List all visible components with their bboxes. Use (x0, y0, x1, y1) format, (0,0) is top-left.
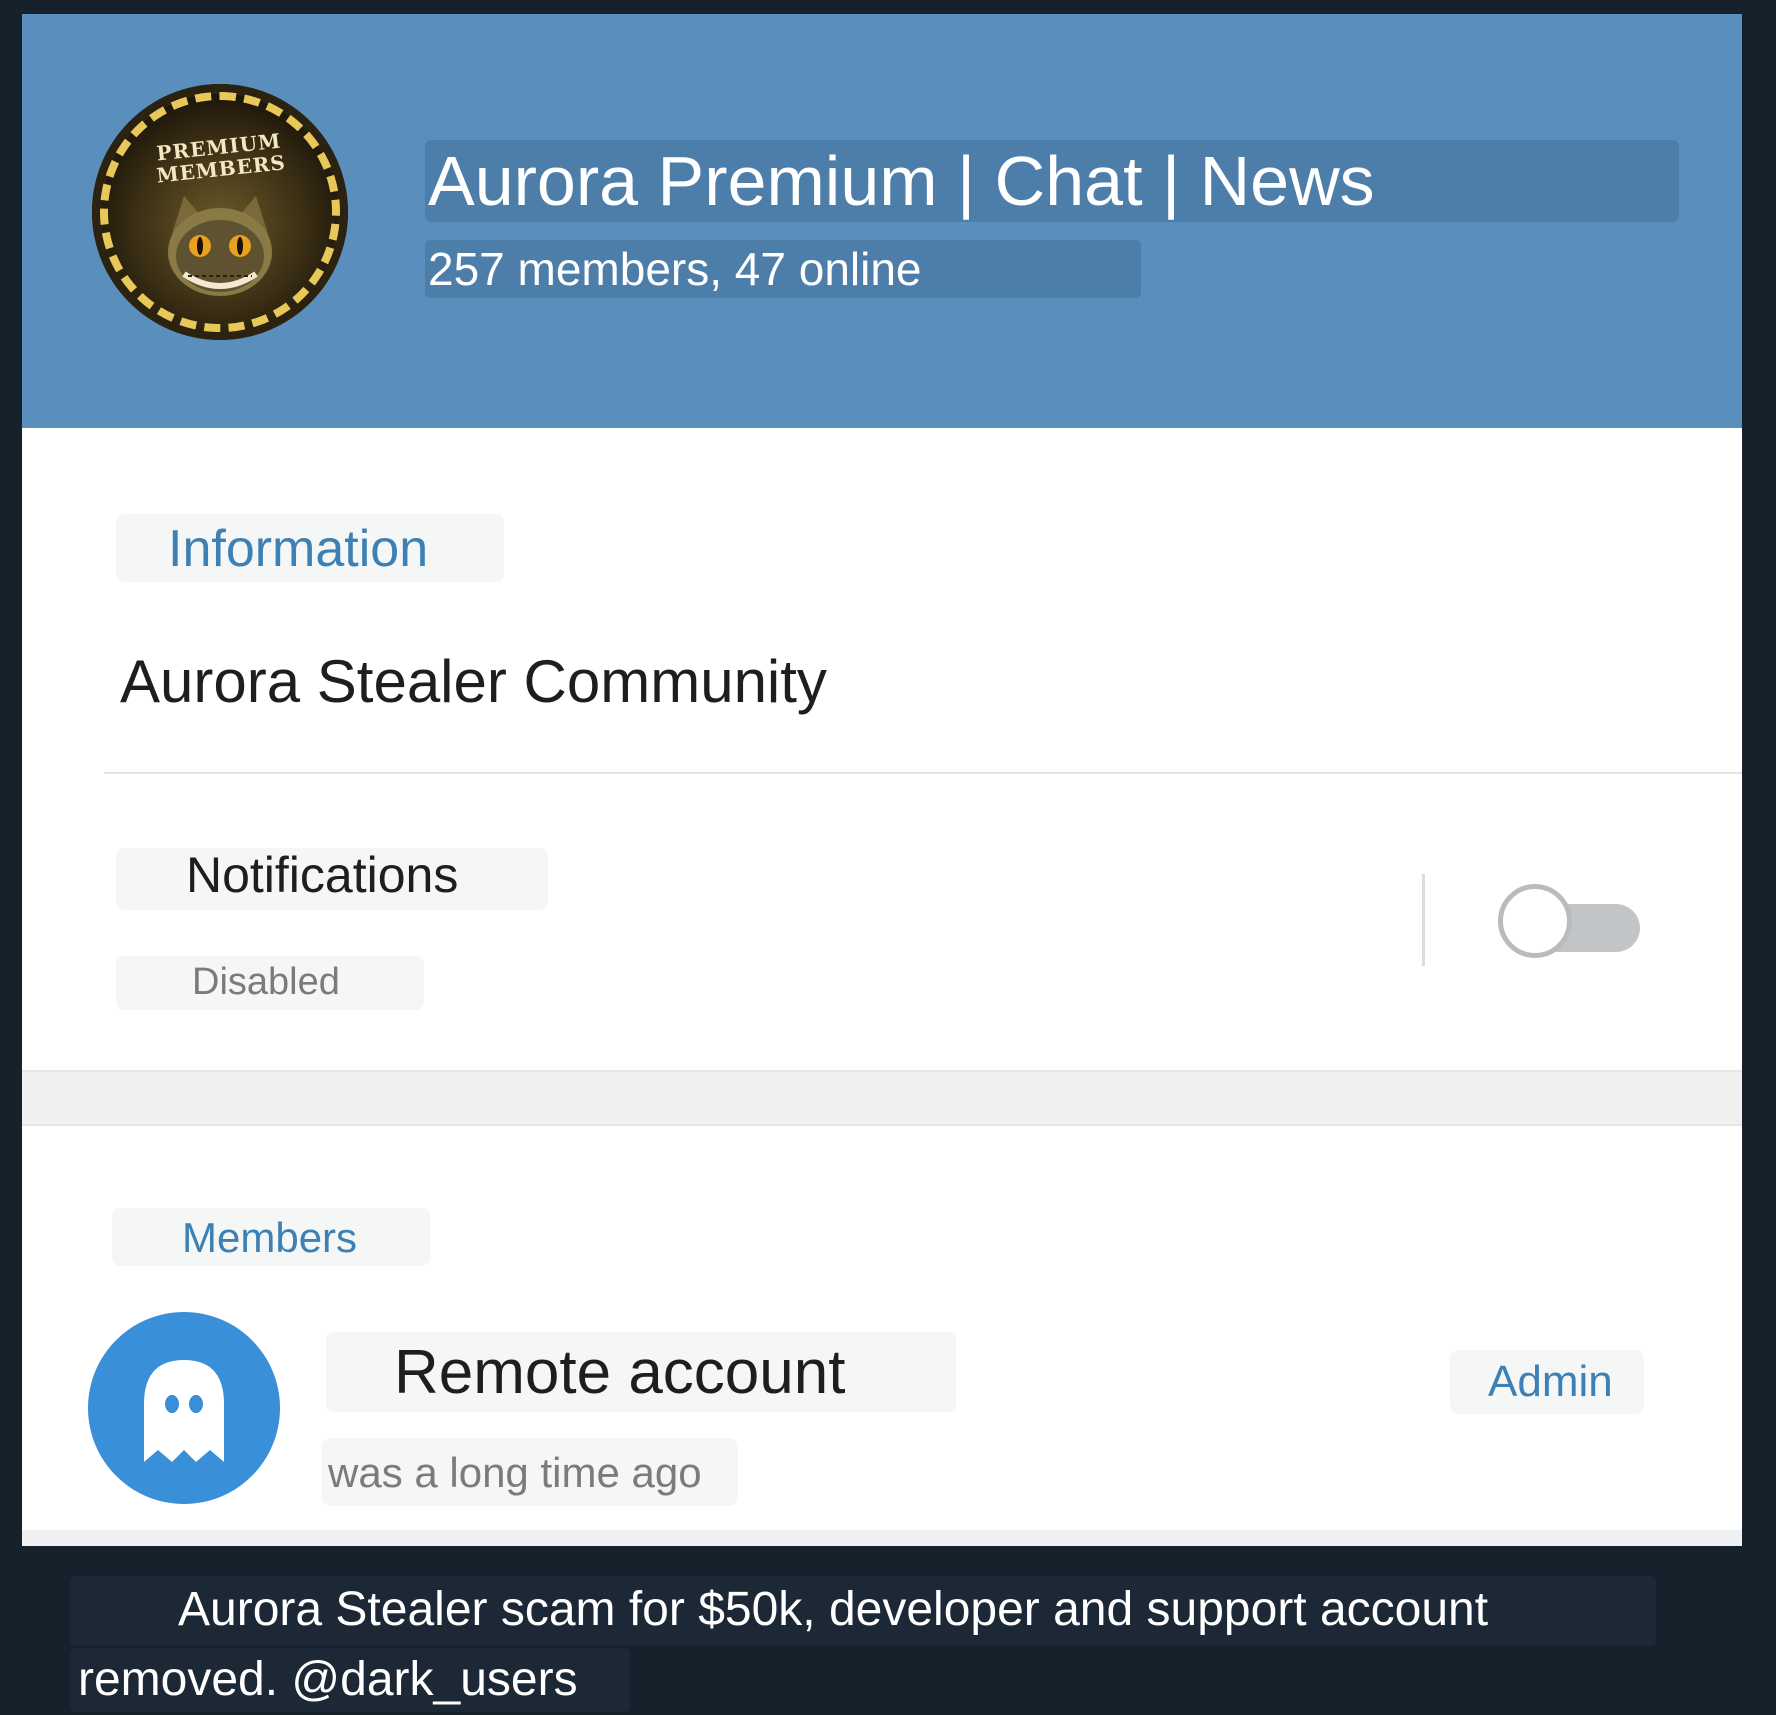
notifications-toggle[interactable] (1498, 884, 1642, 966)
toggle-knob (1498, 884, 1572, 958)
member-role-badge: Admin (1488, 1357, 1613, 1406)
member-avatar[interactable] (88, 1312, 280, 1504)
member-count: 257 members, 47 online (428, 243, 922, 295)
panel-bottom-edge (22, 1530, 1742, 1546)
group-title: Aurora Premium | Chat | News (428, 142, 1375, 220)
caption-line2: removed. @dark_users (78, 1653, 578, 1706)
notifications-label[interactable]: Notifications (186, 844, 458, 906)
members-section-label: Members (182, 1214, 358, 1261)
member-name[interactable]: Remote account (394, 1336, 845, 1410)
section-separator (22, 1070, 1742, 1126)
group-avatar[interactable]: PREMIUM MEMBERS (92, 84, 348, 340)
divider (104, 772, 1742, 774)
notifications-status: Disabled (192, 961, 340, 1003)
member-last-seen: was a long time ago (328, 1449, 702, 1496)
vertical-separator (1422, 874, 1425, 966)
group-info-panel: PREMIUM MEMBERS Aurora Premium | Chat | … (22, 14, 1742, 1546)
caption-line1: Aurora Stealer scam for $50k, developer … (178, 1583, 1489, 1636)
group-header: PREMIUM MEMBERS Aurora Premium | Chat | … (22, 14, 1742, 428)
cat-icon (168, 196, 272, 296)
information-section-label: Information (168, 520, 429, 578)
group-description: Aurora Stealer Community (120, 648, 827, 715)
ghost-icon (144, 1360, 224, 1462)
